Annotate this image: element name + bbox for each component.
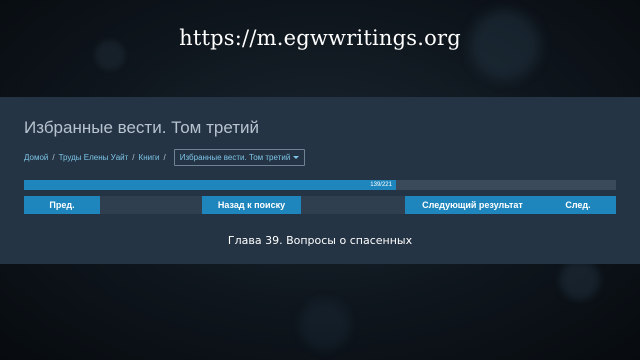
reading-progress-fill: 139/221 (24, 180, 396, 190)
breadcrumb-separator: / (52, 153, 55, 162)
next-result-button[interactable]: Следующий результат (405, 196, 540, 214)
book-select-label: Избранные вести. Том третий (179, 153, 291, 162)
navigation-bar: Пред. Назад к поиску Следующий результат… (24, 196, 616, 214)
breadcrumb-separator: / (132, 153, 135, 162)
bokeh-light (300, 300, 350, 350)
prev-button[interactable]: Пред. (24, 196, 100, 214)
reading-progress-bar: 139/221 (24, 180, 616, 190)
reading-progress-label: 139/221 (370, 182, 392, 188)
site-url-caption: https://m.egwwritings.org (179, 26, 461, 50)
chapter-title: Глава 39. Вопросы о спасенных (227, 234, 413, 247)
breadcrumb-books[interactable]: Книги (139, 153, 160, 162)
reader-panel: Избранные вести. Том третий Домой / Труд… (0, 97, 640, 264)
breadcrumb: Домой / Труды Елены Уайт / Книги / Избра… (24, 149, 306, 166)
book-select-dropdown[interactable]: Избранные вести. Том третий (173, 149, 306, 166)
next-button[interactable]: След. (540, 196, 616, 214)
bokeh-light (560, 260, 600, 300)
breadcrumb-ellen-white-writings[interactable]: Труды Елены Уайт (59, 153, 129, 162)
back-to-search-button[interactable]: Назад к поиску (202, 196, 301, 214)
book-title: Избранные вести. Том третий (24, 118, 259, 137)
breadcrumb-home[interactable]: Домой (24, 153, 48, 162)
caret-down-icon (293, 156, 300, 159)
breadcrumb-separator: / (163, 153, 166, 162)
